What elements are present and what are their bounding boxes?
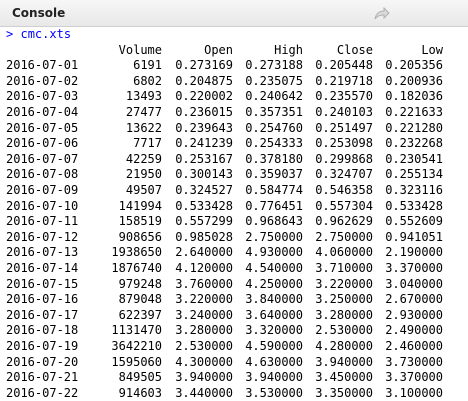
table-cell: 0.221280 bbox=[385, 120, 443, 135]
row-date: 2016-07-01 bbox=[6, 58, 79, 73]
row-date: 2016-07-07 bbox=[6, 151, 79, 166]
table-cell: 3.100000 bbox=[385, 385, 443, 400]
table-cell: 2.670000 bbox=[385, 292, 443, 307]
row-date: 2016-07-18 bbox=[6, 323, 79, 338]
row-date: 2016-07-15 bbox=[6, 276, 79, 291]
row-date: 2016-07-22 bbox=[6, 385, 79, 400]
table-cell: 2.460000 bbox=[385, 339, 443, 353]
table-cell: 0.533428 bbox=[385, 198, 443, 213]
table-cell: 0.255134 bbox=[385, 167, 443, 182]
arrow-right-icon bbox=[374, 7, 390, 20]
command-line: > cmc.xts bbox=[6, 27, 71, 43]
command-text: cmc.xts bbox=[20, 27, 72, 41]
column-header-low: Low bbox=[421, 42, 443, 57]
table-cell: 3.730000 bbox=[385, 354, 443, 369]
table-cell: 0.221633 bbox=[385, 105, 443, 119]
row-date: 2016-07-05 bbox=[6, 120, 79, 135]
row-date: 2016-07-16 bbox=[6, 292, 79, 307]
table-cell: 2.930000 bbox=[385, 307, 443, 322]
row-date: 2016-07-17 bbox=[6, 307, 79, 322]
row-date: 2016-07-19 bbox=[6, 339, 79, 353]
row-date: 2016-07-12 bbox=[6, 229, 79, 244]
row-date: 2016-07-02 bbox=[6, 73, 79, 88]
row-date: 2016-07-04 bbox=[6, 105, 79, 119]
row-date: 2016-07-13 bbox=[6, 245, 79, 260]
table-cell: 0.182036 bbox=[385, 89, 443, 104]
row-date: 2016-07-06 bbox=[6, 136, 79, 151]
table-cell: 2.490000 bbox=[385, 323, 443, 338]
console-prompt: > bbox=[6, 27, 14, 41]
row-date: 2016-07-09 bbox=[6, 183, 79, 197]
table-cell: 0.200936 bbox=[385, 73, 443, 88]
console-output[interactable]: > cmc.xts Volume Open High Close Low 2016-07-… bbox=[0, 27, 468, 401]
table-cell: 0.941051 bbox=[385, 229, 443, 244]
table-cell: 0.205356 bbox=[385, 58, 443, 73]
row-date: 2016-07-10 bbox=[6, 198, 79, 213]
row-date: 2016-07-21 bbox=[6, 370, 79, 385]
row-date: 2016-07-20 bbox=[6, 354, 79, 369]
console-pane: Console > cmc.xts Volume Open High Close Low… bbox=[0, 0, 468, 401]
row-date: 2016-07-08 bbox=[6, 167, 79, 182]
table-cell: 0.323116 bbox=[385, 183, 443, 197]
console-header: Console bbox=[0, 0, 468, 27]
table-cell: 0.232268 bbox=[385, 136, 443, 151]
table-cell: 0.552609 bbox=[385, 214, 443, 229]
table-cell: 0.230541 bbox=[385, 151, 443, 166]
go-to-directory-button[interactable] bbox=[370, 5, 394, 23]
table-cell: 3.040000 bbox=[385, 276, 443, 291]
table-cell: 2.190000 bbox=[385, 245, 443, 260]
row-date: 2016-07-11 bbox=[6, 214, 79, 229]
row-date: 2016-07-03 bbox=[6, 89, 79, 104]
table-cell: 3.370000 bbox=[385, 261, 443, 275]
row-date: 2016-07-14 bbox=[6, 261, 79, 275]
console-title: Console bbox=[12, 6, 66, 20]
table-cell: 3.370000 bbox=[385, 370, 443, 385]
